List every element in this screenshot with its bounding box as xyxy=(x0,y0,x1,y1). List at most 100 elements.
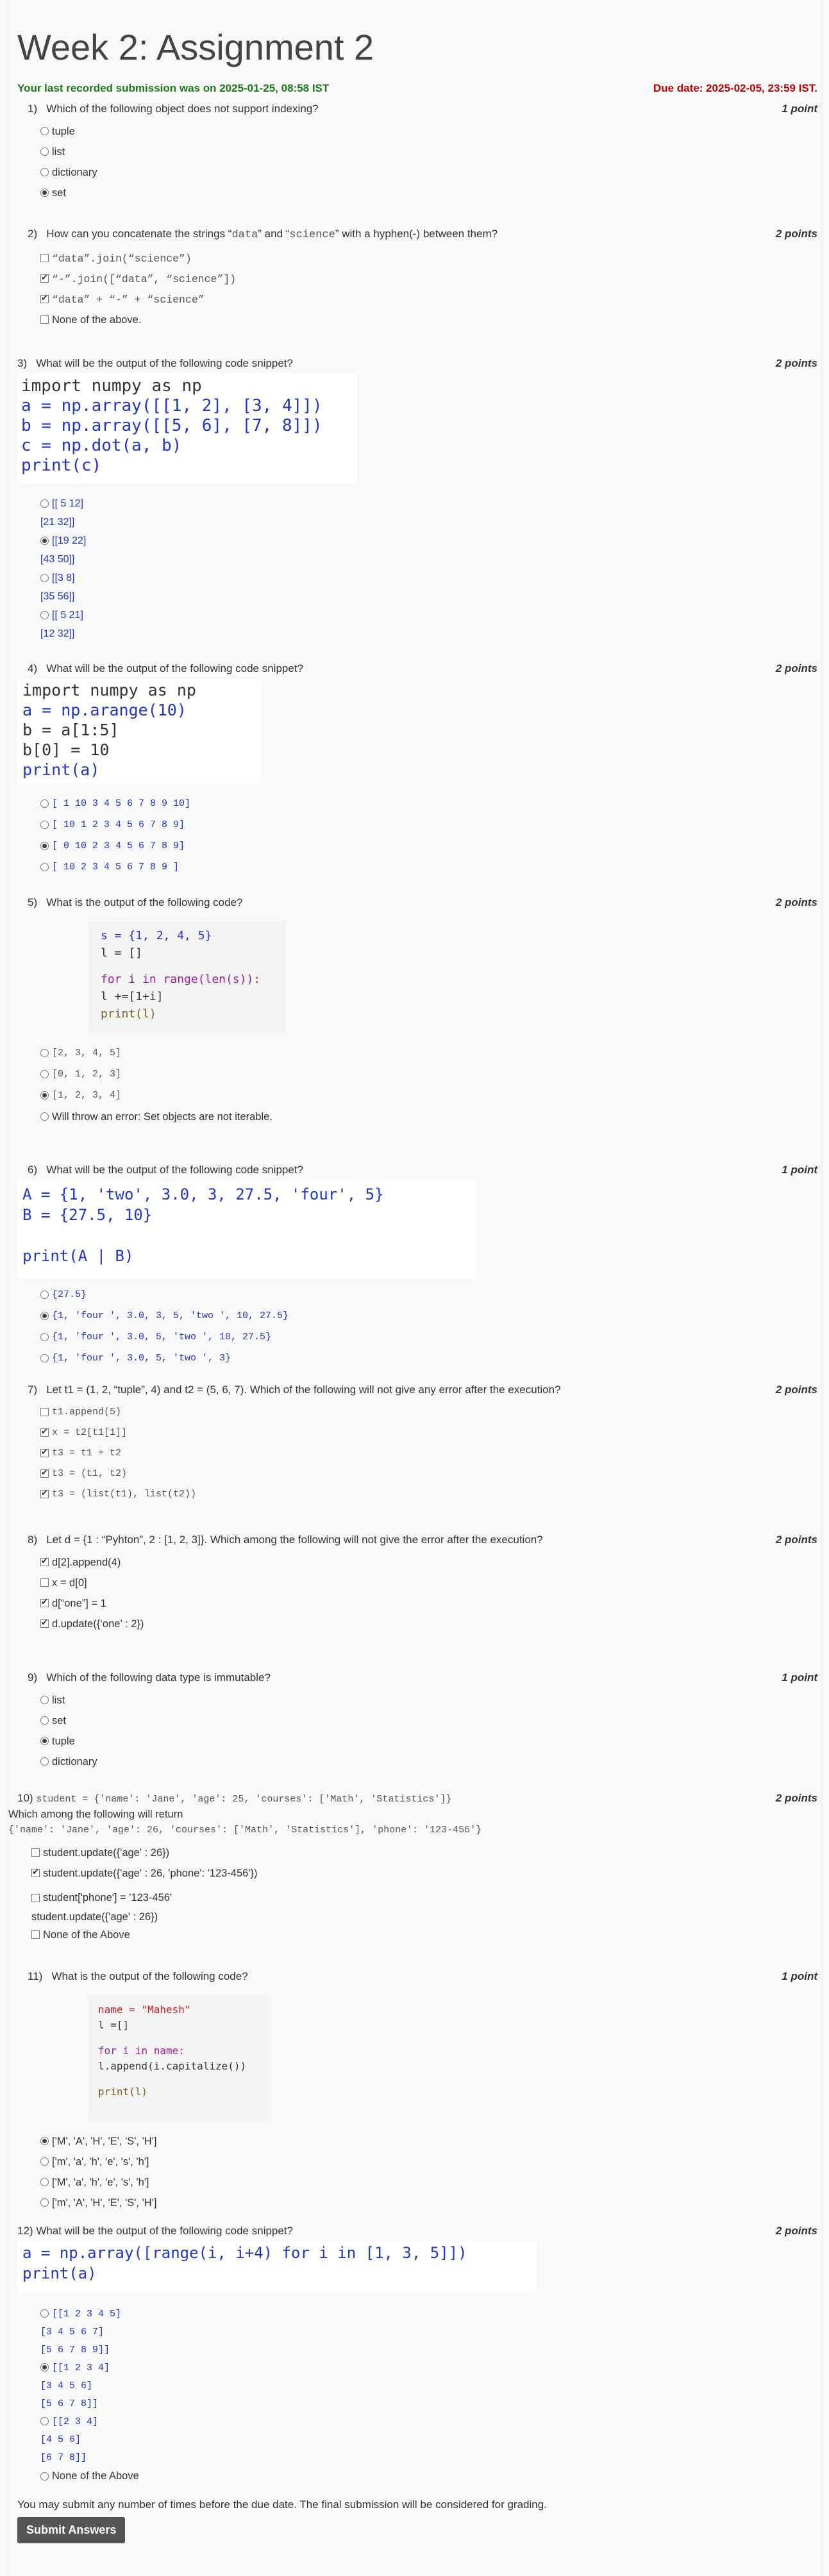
option-1[interactable]: “data”.join(“science”) xyxy=(40,253,817,273)
option-2[interactable]: [ 10 1 2 3 4 5 6 7 8 9] xyxy=(40,819,817,841)
radio-button[interactable] xyxy=(40,2157,49,2166)
option-1[interactable]: ['M', 'A', 'H', 'E', 'S', 'H'] xyxy=(40,2136,817,2156)
option-1[interactable]: [[1 2 3 4 5] [3 4 5 6 7] [5 6 7 8 9]] xyxy=(40,2305,817,2359)
checkbox-checked[interactable] xyxy=(40,1557,49,1566)
radio-button[interactable] xyxy=(40,2198,49,2207)
option-tuple[interactable]: tuple xyxy=(40,1735,817,1756)
option-4[interactable]: None of the above. xyxy=(40,314,817,335)
option-2[interactable]: x = t2[t1[1]] xyxy=(40,1427,817,1448)
option-5[interactable]: t3 = (list(t1), list(t2)) xyxy=(40,1489,817,1509)
option-3[interactable]: [ 0 10 2 3 4 5 6 7 8 9] xyxy=(40,841,817,862)
checkbox[interactable] xyxy=(31,1930,40,1939)
radio-button[interactable] xyxy=(40,821,49,829)
option-list[interactable]: list xyxy=(40,1694,817,1715)
radio-button[interactable] xyxy=(40,799,49,808)
option-2[interactable]: [[1 2 3 4] [3 4 5 6] [5 6 7 8]] xyxy=(40,2359,817,2413)
option-3[interactable]: ['M', 'a', 'h', 'e', 's', 'h'] xyxy=(40,2177,817,2197)
option-2[interactable]: student.update({'age' : 26, 'phone': '12… xyxy=(31,1868,817,1888)
checkbox[interactable] xyxy=(31,1848,40,1857)
radio-button[interactable] xyxy=(40,168,49,176)
option-3[interactable]: t3 = t1 + t2 xyxy=(40,1448,817,1468)
option-1[interactable]: t1.append(5) xyxy=(40,1407,817,1427)
radio-button-selected[interactable] xyxy=(40,1312,49,1320)
submit-answers-button[interactable]: Submit Answers xyxy=(17,2517,126,2543)
radio-button[interactable] xyxy=(40,1333,49,1341)
option-4[interactable]: t3 = (t1, t2) xyxy=(40,1468,817,1489)
checkbox-checked[interactable] xyxy=(40,1427,49,1437)
option-2[interactable]: ['m', 'a', 'h', 'e', 's', 'h'] xyxy=(40,2156,817,2177)
checkbox[interactable] xyxy=(40,254,49,262)
radio-button[interactable] xyxy=(40,1291,49,1299)
option-1[interactable]: {27.5} xyxy=(40,1289,817,1310)
radio-button-selected[interactable] xyxy=(40,1737,49,1745)
option-3[interactable]: {1, 'four ', 3.0, 5, 'two ', 10, 27.5} xyxy=(40,1332,817,1353)
option-set[interactable]: set xyxy=(40,187,817,208)
option-4[interactable]: None of the Above xyxy=(31,1929,817,1950)
option-4[interactable]: Will throw an error: Set objects are not… xyxy=(40,1111,817,1132)
option-list[interactable]: list xyxy=(40,146,817,167)
option-4[interactable]: [[ 5 21] [12 32]] xyxy=(40,606,817,643)
radio-button[interactable] xyxy=(40,1716,49,1725)
radio-button[interactable] xyxy=(40,2178,49,2186)
option-3[interactable]: [[3 8] [35 56]] xyxy=(40,569,817,606)
radio-button[interactable] xyxy=(40,499,49,508)
option-3[interactable]: [1, 2, 3, 4] xyxy=(40,1090,817,1111)
option-2[interactable]: “-”.join([“data”, “science”]) xyxy=(40,273,817,294)
checkbox-checked[interactable] xyxy=(31,1868,40,1877)
option-tuple[interactable]: tuple xyxy=(40,126,817,146)
question-text: What will be the output of the following… xyxy=(46,662,303,674)
radio-button[interactable] xyxy=(40,1049,49,1057)
radio-button[interactable] xyxy=(40,1070,49,1078)
option-2[interactable]: [[19 22] [43 50]] xyxy=(40,531,817,569)
checkbox-checked[interactable] xyxy=(40,1448,49,1457)
option-4[interactable]: {1, 'four ', 3.0, 5, 'two ', 3} xyxy=(40,1353,817,1374)
option-1[interactable]: d[2].append(4) xyxy=(40,1557,817,1577)
radio-button[interactable] xyxy=(40,863,49,871)
radio-button[interactable] xyxy=(40,611,49,619)
option-2[interactable]: {1, 'four ', 3.0, 3, 5, 'two ', 10, 27.5… xyxy=(40,1310,817,1332)
option-1[interactable]: student.update({'age' : 26}) xyxy=(31,1847,817,1868)
checkbox-checked[interactable] xyxy=(40,1489,49,1498)
radio-button[interactable] xyxy=(40,1696,49,1704)
radio-button-selected[interactable] xyxy=(40,537,49,545)
option-1[interactable]: [ 1 10 3 4 5 6 7 8 9 10] xyxy=(40,798,817,819)
checkbox-checked[interactable] xyxy=(40,294,49,303)
checkbox[interactable] xyxy=(31,1894,40,1902)
option-dictionary[interactable]: dictionary xyxy=(40,167,817,187)
option-1[interactable]: [2, 3, 4, 5] xyxy=(40,1048,817,1069)
option-3[interactable]: student['phone'] = '123-456' student.upda… xyxy=(31,1888,817,1927)
radio-button-selected[interactable] xyxy=(40,842,49,850)
checkbox[interactable] xyxy=(40,1578,49,1587)
checkbox[interactable] xyxy=(40,1408,49,1416)
option-dictionary[interactable]: dictionary xyxy=(40,1756,817,1777)
option-4[interactable]: [ 10 2 3 4 5 6 7 8 9 ] xyxy=(40,862,817,883)
checkbox-checked[interactable] xyxy=(40,1468,49,1478)
checkbox-checked[interactable] xyxy=(40,1618,49,1628)
radio-button[interactable] xyxy=(40,127,49,135)
radio-button[interactable] xyxy=(40,574,49,582)
option-set[interactable]: set xyxy=(40,1715,817,1735)
radio-button[interactable] xyxy=(40,1757,49,1766)
option-3[interactable]: d[“one”] = 1 xyxy=(40,1598,817,1618)
option-3[interactable]: [[2 3 4] [4 5 6] [6 7 8]] xyxy=(40,2413,817,2467)
radio-button[interactable] xyxy=(40,2309,49,2318)
radio-button-selected[interactable] xyxy=(40,1091,49,1100)
option-2[interactable]: x = d[0] xyxy=(40,1577,817,1598)
radio-button[interactable] xyxy=(40,147,49,156)
radio-button[interactable] xyxy=(40,1112,49,1121)
radio-button-selected[interactable] xyxy=(40,2363,49,2371)
radio-button-selected[interactable] xyxy=(40,188,49,197)
option-4[interactable]: None of the Above xyxy=(40,2467,817,2485)
option-1[interactable]: [[ 5 12] [21 32]] xyxy=(40,494,817,531)
option-3[interactable]: “data” + “-” + “science” xyxy=(40,294,817,314)
option-4[interactable]: ['m', 'A', 'H', 'E', 'S', 'H'] xyxy=(40,2197,817,2218)
option-2[interactable]: [0, 1, 2, 3] xyxy=(40,1069,817,1090)
radio-button[interactable] xyxy=(40,2472,49,2480)
option-4[interactable]: d.update({‘one’ : 2}) xyxy=(40,1618,817,1639)
checkbox-checked[interactable] xyxy=(40,273,49,283)
radio-button-selected[interactable] xyxy=(40,2137,49,2145)
checkbox-checked[interactable] xyxy=(40,1598,49,1607)
checkbox[interactable] xyxy=(40,315,49,324)
radio-button[interactable] xyxy=(40,1354,49,1362)
radio-button[interactable] xyxy=(40,2417,49,2425)
